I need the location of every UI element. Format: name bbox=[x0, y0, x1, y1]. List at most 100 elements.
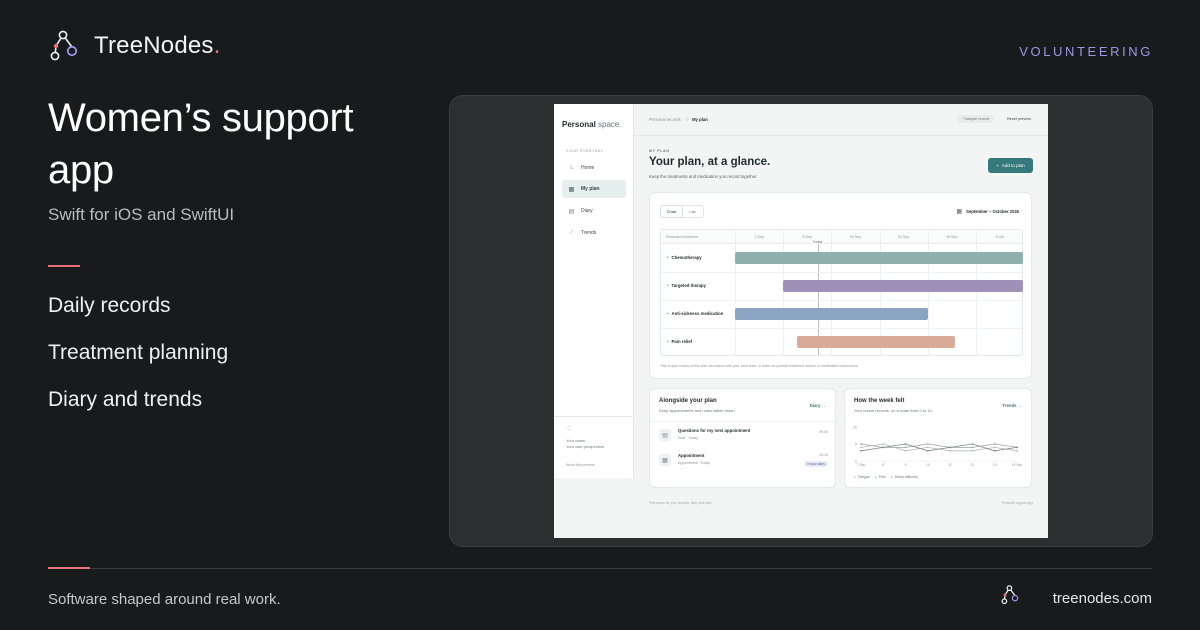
tab-chart[interactable]: Chart bbox=[661, 206, 682, 217]
footer-note: This space for your records, diary and p… bbox=[649, 501, 713, 505]
plan-disclaimer: This is your record of the plan discusse… bbox=[660, 364, 859, 368]
data-point bbox=[993, 449, 996, 452]
section-eyebrow: MY PLAN bbox=[649, 149, 670, 153]
plan-gantt-card: Chart List ▦ September – October 2026 Rec… bbox=[649, 192, 1032, 379]
data-point bbox=[993, 443, 996, 445]
gantt-row-label: Anti-sickness medication bbox=[667, 311, 724, 316]
gantt-bar[interactable] bbox=[735, 308, 928, 320]
data-point bbox=[971, 446, 974, 449]
data-point bbox=[949, 446, 952, 449]
status-badge: In your diary bbox=[803, 461, 828, 467]
category-label: VOLUNTEERING bbox=[1019, 44, 1153, 59]
home-icon: ⌂ bbox=[569, 165, 574, 171]
app-preview: Personal space. YOUR EVERYDAY ⌂ Home ▦ My … bbox=[554, 104, 1048, 538]
gantt-tick-label: 8 Sep bbox=[802, 235, 812, 239]
sample-record-chip: ◦ Sample record bbox=[956, 115, 994, 123]
data-point bbox=[1016, 449, 1018, 452]
y-tick-label: 5 bbox=[855, 442, 857, 446]
app-topbar: Personal records / My plan ◦ Sample reco… bbox=[634, 104, 1048, 136]
calendar-icon: ▦ bbox=[956, 209, 963, 215]
data-point bbox=[860, 449, 862, 452]
gantt-row-divider bbox=[661, 300, 1022, 301]
today-label: Today bbox=[811, 240, 824, 244]
gantt-tick-label: 29 Sep bbox=[946, 235, 958, 239]
diary-link[interactable]: Diary → bbox=[810, 403, 826, 408]
brand[interactable]: TreeNodes. bbox=[48, 30, 221, 62]
trends-link[interactable]: Trends → bbox=[1002, 403, 1022, 408]
gantt-gridline bbox=[975, 230, 977, 355]
gantt-row-divider bbox=[661, 328, 1022, 329]
x-tick-label: 11 bbox=[948, 463, 952, 467]
sidebar-item-trends[interactable]: ⟋ Trends bbox=[562, 224, 626, 242]
breadcrumb-current: My plan bbox=[692, 117, 708, 122]
x-tick-label: 9 bbox=[905, 463, 907, 467]
footer-note-right: Personal support app bbox=[1001, 501, 1033, 505]
data-point bbox=[926, 446, 929, 449]
gantt-chart: Recorded treatment 1 Sep 8 Sep 15 Sep 22 Se… bbox=[660, 229, 1023, 356]
feature-item: Diary and trends bbox=[48, 388, 203, 411]
footer-tagline: Software shaped around real work. bbox=[48, 591, 281, 608]
gantt-header-label: Recorded treatment bbox=[666, 235, 698, 239]
tab-list[interactable]: List bbox=[682, 206, 703, 217]
data-point bbox=[860, 446, 862, 449]
divider bbox=[650, 421, 835, 422]
data-point bbox=[882, 443, 885, 445]
week-trend-card: How the week felt Your recent records, o… bbox=[844, 388, 1032, 488]
brand-dot: . bbox=[213, 32, 221, 59]
plan-description: Keep the treatments and medication you r… bbox=[649, 174, 758, 179]
sidebar-note: Your notes. Your own perspective. bbox=[566, 438, 606, 450]
feature-list: Daily records Treatment planning Diary a… bbox=[48, 294, 228, 435]
feature-item: Daily records bbox=[48, 294, 171, 317]
gantt-bar[interactable] bbox=[735, 252, 1023, 264]
nav-section-label: YOUR EVERYDAY bbox=[566, 149, 604, 153]
breadcrumb: Personal records / My plan bbox=[649, 117, 708, 122]
calendar-icon: ▦ bbox=[568, 186, 575, 193]
sidebar-item-my-plan[interactable]: ▦ My plan bbox=[562, 180, 626, 198]
tree-nodes-icon bbox=[1001, 585, 1019, 605]
list-item[interactable]: ▦ Appointment Appointment · Today 15:10 … bbox=[659, 452, 828, 472]
brand-name: TreeNodes. bbox=[94, 32, 221, 59]
page-subtitle: Swift for iOS and SwiftUI bbox=[48, 205, 235, 224]
feature-item: Treatment planning bbox=[48, 341, 229, 364]
data-point bbox=[993, 446, 996, 449]
diary-icon: ▤ bbox=[568, 208, 575, 215]
x-tick-label: 13 bbox=[993, 463, 997, 467]
breadcrumb-root[interactable]: Personal records bbox=[649, 117, 681, 122]
y-tick-label: 10 bbox=[853, 425, 857, 429]
gantt-row-label: Targeted therapy bbox=[667, 283, 707, 288]
gantt-tick-label: 1 Sep bbox=[754, 235, 764, 239]
reset-preview-button[interactable]: Reset preview bbox=[1007, 117, 1031, 121]
card-title: Alongside your plan bbox=[659, 398, 717, 404]
list-item[interactable]: ▤ Questions for my next appointment Note… bbox=[659, 427, 828, 447]
date-range[interactable]: ▦ September – October 2026 bbox=[956, 208, 1019, 215]
app-logo[interactable]: Personal space. bbox=[562, 120, 622, 129]
tree-nodes-icon bbox=[50, 30, 78, 61]
data-point bbox=[949, 449, 952, 452]
data-point bbox=[1016, 446, 1018, 449]
footer-domain-link[interactable]: treenodes.com bbox=[1053, 590, 1152, 607]
data-point bbox=[904, 446, 907, 449]
plan-heading: Your plan, at a glance. bbox=[649, 156, 771, 168]
gantt-tick-label: 6 Oct bbox=[995, 235, 1005, 239]
note-icon: ▤ bbox=[659, 429, 671, 441]
sidebar-item-diary[interactable]: ▤ Diary bbox=[562, 202, 626, 220]
add-to-plan-button[interactable]: + Add to plan bbox=[988, 158, 1033, 173]
chart-legend: Fatigue Pain Sleep difficulty bbox=[854, 475, 918, 479]
about-preview-link[interactable]: About this preview bbox=[566, 463, 595, 467]
data-point bbox=[926, 449, 929, 452]
data-point bbox=[882, 446, 885, 449]
footer-divider bbox=[48, 568, 1152, 569]
card-subtitle: Your recent records, on a scale from 0 t… bbox=[854, 408, 933, 413]
sidebar-item-home[interactable]: ⌂ Home bbox=[562, 159, 626, 177]
card-title: How the week felt bbox=[854, 398, 905, 404]
x-tick-label: 8 bbox=[882, 463, 884, 467]
data-point bbox=[926, 443, 929, 445]
gantt-bar[interactable] bbox=[783, 280, 1023, 292]
gantt-tick-label: 15 Sep bbox=[849, 235, 861, 239]
legend-item: Pain bbox=[875, 475, 886, 479]
x-tick-label: 14 Sep bbox=[1012, 463, 1023, 467]
gantt-bar[interactable] bbox=[796, 336, 956, 348]
gantt-row-label: Chemotherapy bbox=[667, 255, 702, 260]
gantt-gridline bbox=[735, 230, 736, 355]
footer-accent bbox=[48, 567, 90, 569]
